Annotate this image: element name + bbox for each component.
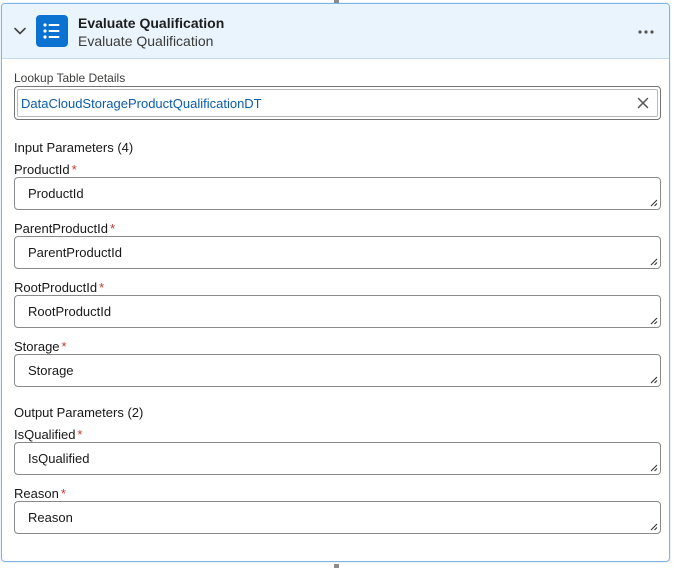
required-marker: * — [77, 427, 83, 442]
field-value[interactable]: IsQualified — [28, 451, 89, 466]
field-value[interactable]: RootProductId — [28, 304, 111, 319]
field-label-text: Storage — [14, 339, 60, 354]
resize-handle-icon[interactable] — [648, 315, 658, 325]
card-title: Evaluate Qualification — [78, 15, 225, 31]
list-icon — [36, 15, 68, 47]
card-subtitle: Evaluate Qualification — [78, 33, 214, 49]
lookup-pill[interactable]: DataCloudStorageProductQualificationDT — [17, 89, 658, 117]
resize-handle-icon[interactable] — [648, 256, 658, 266]
reason-input[interactable]: Reason — [14, 501, 661, 534]
field-value[interactable]: ParentProductId — [28, 245, 122, 260]
required-marker: * — [71, 162, 77, 177]
isqualified-input[interactable]: IsQualified — [14, 442, 661, 475]
field-label-reason: Reason * — [14, 486, 66, 501]
storage-input[interactable]: Storage — [14, 354, 661, 387]
productid-input[interactable]: ProductId — [14, 177, 661, 210]
required-marker: * — [109, 221, 116, 236]
lookup-table-label: Lookup Table Details — [14, 71, 126, 85]
resize-handle-icon[interactable] — [648, 521, 658, 531]
field-value[interactable]: Reason — [28, 510, 73, 525]
rootproductid-input[interactable]: RootProductId — [14, 295, 661, 328]
required-marker: * — [61, 339, 67, 354]
resize-handle-icon[interactable] — [648, 374, 658, 384]
flow-connector-bottom — [334, 564, 339, 568]
lookup-table-value[interactable]: DataCloudStorageProductQualificationDT — [21, 96, 262, 111]
close-icon[interactable] — [637, 97, 649, 109]
field-label-text: ParentProductId — [14, 221, 108, 236]
field-value[interactable]: Storage — [28, 363, 74, 378]
field-label-text: IsQualified — [14, 427, 76, 442]
field-value[interactable]: ProductId — [28, 186, 84, 201]
field-label-rootproductid: RootProductId * — [14, 280, 104, 295]
resize-handle-icon[interactable] — [648, 197, 658, 207]
resize-handle-icon[interactable] — [648, 462, 658, 472]
required-marker: * — [99, 280, 105, 295]
field-label-storage: Storage * — [14, 339, 67, 354]
output-parameters-heading: Output Parameters (2) — [14, 405, 144, 420]
required-marker: * — [60, 486, 66, 501]
field-label-text: RootProductId — [14, 280, 98, 295]
field-label-productid: ProductId * — [14, 162, 77, 177]
evaluate-qualification-card: Evaluate Qualification Evaluate Qualific… — [1, 3, 670, 562]
field-label-text: Reason — [14, 486, 59, 501]
more-actions-icon[interactable] — [637, 29, 655, 35]
card-header: Evaluate Qualification Evaluate Qualific… — [2, 4, 669, 59]
input-parameters-heading: Input Parameters (4) — [14, 140, 134, 155]
parentproductid-input[interactable]: ParentProductId — [14, 236, 661, 269]
lookup-table-field[interactable]: DataCloudStorageProductQualificationDT — [14, 86, 661, 120]
field-label-isqualified: IsQualified * — [14, 427, 82, 442]
chevron-down-icon[interactable] — [13, 24, 27, 38]
field-label-text: ProductId — [14, 162, 70, 177]
field-label-parentproductid: ParentProductId * — [14, 221, 115, 236]
